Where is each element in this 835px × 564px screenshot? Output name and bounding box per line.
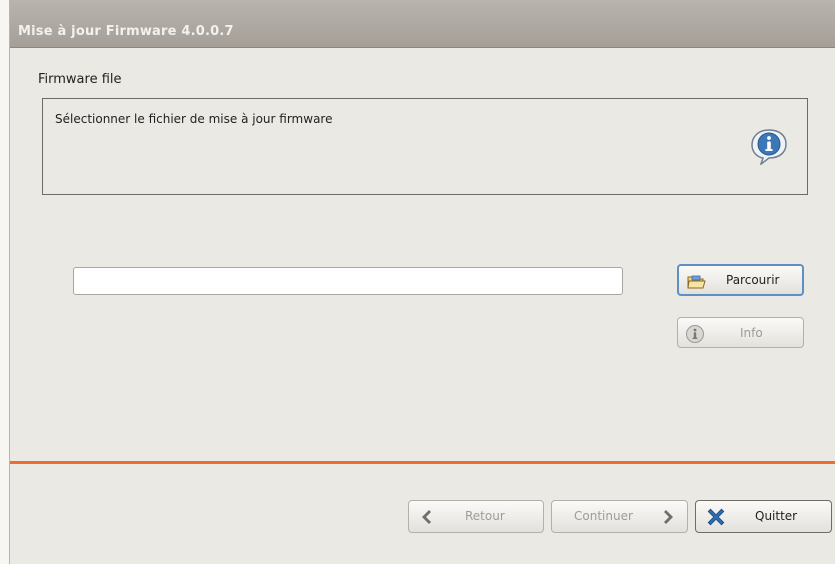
info-panel-text: Sélectionner le fichier de mise à jour f… [55,112,333,126]
chevron-left-icon [422,510,431,524]
info-icon [751,129,787,165]
back-button-label: Retour [465,509,505,523]
section-label: Firmware file [38,72,122,87]
window-title: Mise à jour Firmware 4.0.0.7 [18,24,234,39]
next-button[interactable]: Continuer [551,500,688,533]
quit-button-label: Quitter [755,509,798,523]
info-button-label: Info [740,326,763,340]
next-button-label: Continuer [574,509,633,523]
footer-separator [10,461,835,464]
back-button[interactable]: Retour [408,500,544,533]
browse-button-label: Parcourir [726,273,780,287]
quit-button[interactable]: Quitter [695,500,832,533]
firmware-file-path-input[interactable] [73,267,623,295]
info-icon [686,325,704,343]
browse-button[interactable]: Parcourir [677,264,804,296]
info-button[interactable]: Info [677,317,804,348]
close-icon [707,508,725,526]
title-bar[interactable]: Mise à jour Firmware 4.0.0.7 [10,0,835,48]
chevron-right-icon [664,510,673,524]
window-left-border [0,0,9,564]
firmware-update-window: Mise à jour Firmware 4.0.0.7 Firmware fi… [10,0,835,564]
info-panel: Sélectionner le fichier de mise à jour f… [42,98,808,195]
folder-icon [687,275,706,289]
